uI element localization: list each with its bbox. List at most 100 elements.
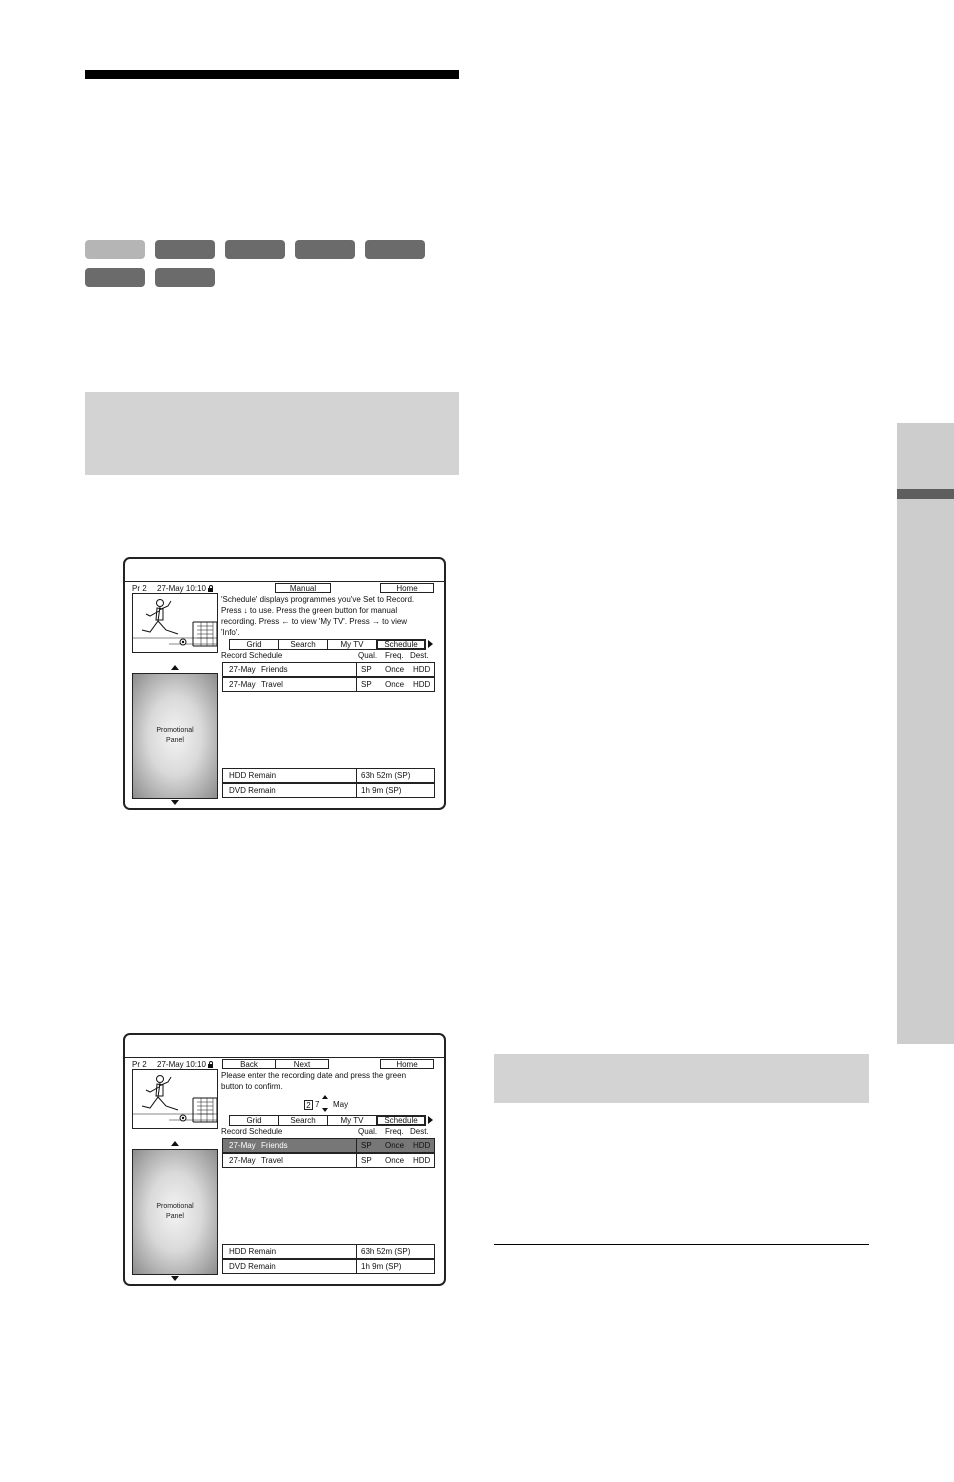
divider-line <box>494 1244 869 1245</box>
tab-grid[interactable]: Grid <box>229 639 279 650</box>
row-title: Travel <box>261 1156 283 1165</box>
scroll-down-icon[interactable] <box>171 1276 179 1281</box>
remain-label: HDD Remain <box>229 1247 277 1256</box>
remain-value: 1h 9m (SP) <box>361 786 402 795</box>
row-title: Friends <box>261 665 288 674</box>
row-title: Friends <box>261 1141 288 1150</box>
promo-label-1: Promotional <box>156 1203 194 1210</box>
remain-value: 63h 52m (SP) <box>361 1247 411 1256</box>
disc-icon <box>85 268 145 287</box>
next-button[interactable]: Next <box>275 1059 329 1069</box>
help-line-4: 'Info'. <box>221 628 240 637</box>
guide-screen-date-entry: Pr 2 27-May 10:10 Back Next Home Please … <box>123 1033 446 1286</box>
row-freq: Once <box>385 665 405 674</box>
back-button[interactable]: Back <box>222 1059 276 1069</box>
football-player-image <box>133 599 217 647</box>
tab-schedule[interactable]: Schedule <box>376 1115 426 1126</box>
manual-button[interactable]: Manual <box>275 583 331 593</box>
remain-value: 1h 9m (SP) <box>361 1262 402 1271</box>
dvd-remain-row: DVD Remain 1h 9m (SP) <box>222 1259 435 1274</box>
list-title: Record Schedule <box>221 1127 283 1136</box>
row-dest: HDD <box>413 1156 431 1165</box>
row-freq: Once <box>385 680 405 689</box>
live-tv-thumbnail <box>132 593 218 653</box>
scroll-down-icon[interactable] <box>171 800 179 805</box>
help-line-1: Please enter the recording date and pres… <box>221 1071 407 1080</box>
scroll-up-icon[interactable] <box>171 1141 179 1146</box>
column-dest: Dest. <box>410 1127 429 1136</box>
value-down-icon[interactable] <box>322 1108 328 1112</box>
column-qual: Qual. <box>358 1127 378 1136</box>
row-dest: HDD <box>413 1141 431 1150</box>
disc-icon <box>155 268 215 287</box>
promotional-panel[interactable]: Promotional Panel <box>132 1149 218 1275</box>
row-date: 27-May <box>229 680 256 689</box>
schedule-row[interactable]: 27-May Travel SP Once HDD <box>222 677 435 692</box>
football-player-image <box>133 1075 217 1123</box>
step-heading-panel <box>85 392 459 475</box>
scroll-right-icon[interactable] <box>428 640 433 648</box>
date-digit-field[interactable]: 2 <box>304 1100 313 1110</box>
row-dest: HDD <box>413 680 431 689</box>
hdd-remain-row: HDD Remain 63h 52m (SP) <box>222 768 435 783</box>
remain-label: HDD Remain <box>229 771 277 780</box>
tab-search[interactable]: Search <box>278 1115 328 1126</box>
promo-label-2: Panel <box>166 737 184 744</box>
promo-label-1: Promotional <box>156 727 194 734</box>
disc-icon <box>225 240 285 259</box>
column-qual: Qual. <box>358 651 378 660</box>
row-qual: SP <box>361 1141 372 1150</box>
remain-label: DVD Remain <box>229 786 276 795</box>
disc-icon <box>85 240 145 259</box>
row-freq: Once <box>385 1156 405 1165</box>
screen-header-line <box>125 581 444 582</box>
row-qual: SP <box>361 665 372 674</box>
column-freq: Freq. <box>385 651 404 660</box>
tab-my-tv[interactable]: My TV <box>327 1115 377 1126</box>
chapter-side-tab <box>897 423 954 1044</box>
disc-icon <box>155 240 215 259</box>
tab-schedule[interactable]: Schedule <box>376 639 426 650</box>
help-line-2: Press ↓ to use. Press the green button f… <box>221 606 398 615</box>
promotional-panel[interactable]: Promotional Panel <box>132 673 218 799</box>
column-dest: Dest. <box>410 651 429 660</box>
lock-icon <box>208 585 213 592</box>
row-qual: SP <box>361 1156 372 1165</box>
live-tv-thumbnail <box>132 1069 218 1129</box>
disc-icon <box>295 240 355 259</box>
row-date: 27-May <box>229 1141 256 1150</box>
list-title: Record Schedule <box>221 651 283 660</box>
home-button[interactable]: Home <box>380 1059 434 1069</box>
value-up-icon[interactable] <box>322 1095 328 1099</box>
row-freq: Once <box>385 1141 405 1150</box>
date-digit-2[interactable]: 7 <box>315 1100 319 1110</box>
row-date: 27-May <box>229 1156 256 1165</box>
tab-my-tv[interactable]: My TV <box>327 639 377 650</box>
row-date: 27-May <box>229 665 256 674</box>
scroll-right-icon[interactable] <box>428 1116 433 1124</box>
section-heading-bar <box>85 70 459 79</box>
dvd-remain-row: DVD Remain 1h 9m (SP) <box>222 783 435 798</box>
row-dest: HDD <box>413 665 431 674</box>
column-freq: Freq. <box>385 1127 404 1136</box>
row-qual: SP <box>361 680 372 689</box>
screen-header-line <box>125 1057 444 1058</box>
schedule-row[interactable]: 27-May Travel SP Once HDD <box>222 1153 435 1168</box>
help-line-2: button to confirm. <box>221 1082 283 1091</box>
lock-icon <box>208 1061 213 1068</box>
home-button[interactable]: Home <box>380 583 434 593</box>
help-line-1: 'Schedule' displays programmes you've Se… <box>221 595 415 604</box>
scroll-up-icon[interactable] <box>171 665 179 670</box>
schedule-row[interactable]: 27-May Friends SP Once HDD <box>222 662 435 677</box>
chapter-side-tab-marker <box>897 489 954 499</box>
schedule-row-selected[interactable]: 27-May Friends SP Once HDD <box>222 1138 435 1153</box>
promo-label-2: Panel <box>166 1213 184 1220</box>
tab-search[interactable]: Search <box>278 639 328 650</box>
help-line-3: recording. Press ← to view 'My TV'. Pres… <box>221 617 408 626</box>
disc-icon <box>365 240 425 259</box>
remain-label: DVD Remain <box>229 1262 276 1271</box>
remain-value: 63h 52m (SP) <box>361 771 411 780</box>
date-month[interactable]: May <box>333 1100 348 1110</box>
guide-screen-schedule: Pr 2 27-May 10:10 Manual Home 'Schedule'… <box>123 557 446 810</box>
tab-grid[interactable]: Grid <box>229 1115 279 1126</box>
